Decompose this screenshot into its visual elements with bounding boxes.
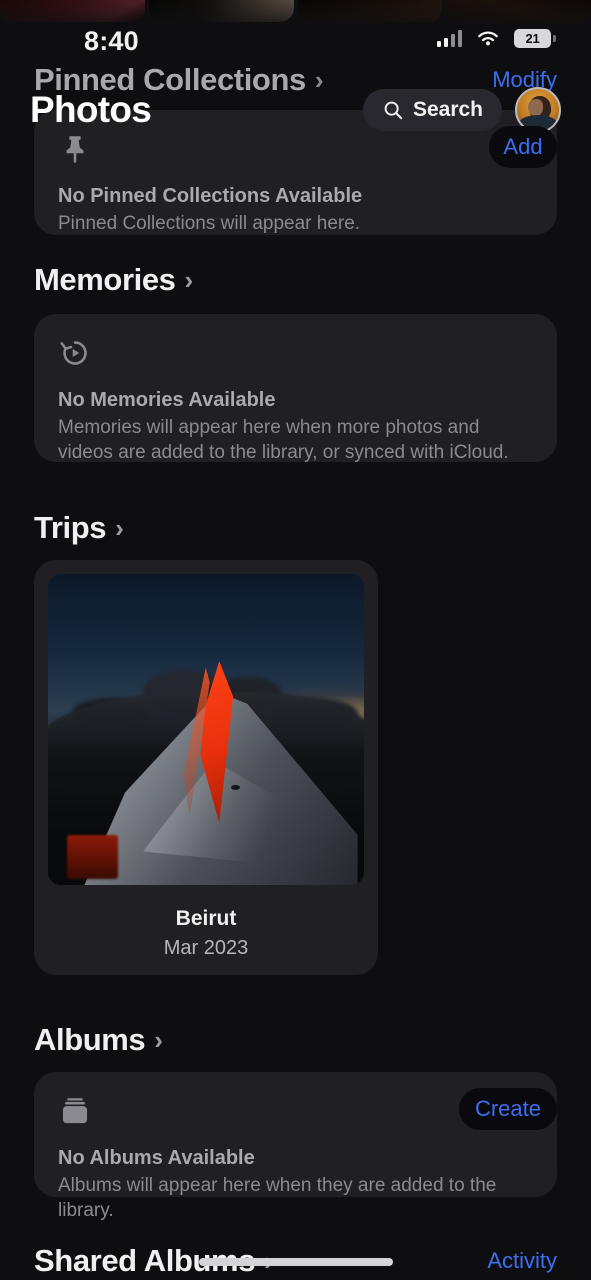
page-title: Photos <box>30 89 152 130</box>
chevron-right-icon: › <box>184 265 194 295</box>
wing-red-base <box>66 835 118 879</box>
create-album-button[interactable]: Create <box>459 1088 557 1130</box>
trip-date: Mar 2023 <box>163 937 249 959</box>
search-label: Search <box>412 98 483 121</box>
pinned-empty-subtitle: Pinned Collections will appear here. <box>58 213 361 234</box>
albums-stack-icon <box>62 1098 88 1124</box>
trip-photo <box>48 574 364 885</box>
chevron-right-icon: › <box>154 1025 163 1055</box>
memories-title: Memories <box>34 262 176 297</box>
memories-empty-title: No Memories Available <box>58 389 276 411</box>
albums-title: Albums <box>34 1022 146 1057</box>
albums-header[interactable]: Albums › <box>0 1022 591 1058</box>
trips-title-group[interactable]: Trips › <box>34 510 124 546</box>
memories-replay-icon <box>60 341 87 365</box>
search-icon <box>384 101 403 120</box>
pin-icon <box>66 136 84 164</box>
home-indicator[interactable] <box>198 1258 393 1266</box>
trips-title: Trips <box>34 510 107 545</box>
memories-title-group[interactable]: Memories › <box>34 262 193 298</box>
trip-name: Beirut <box>175 907 237 930</box>
albums-empty-subtitle: Albums will appear here when they are ad… <box>58 1175 497 1222</box>
photos-app-screen: 8:40 21 Pinned Collections › Modify No P… <box>0 0 591 1280</box>
add-button[interactable]: Add <box>489 126 557 168</box>
memories-empty-card: No Memories Available Memories will appe… <box>34 314 557 463</box>
trip-card[interactable]: Beirut Mar 2023 <box>34 560 378 975</box>
create-label: Create <box>474 1096 542 1121</box>
activity-button[interactable]: Activity <box>487 1248 557 1274</box>
avatar-face <box>528 99 543 117</box>
memories-empty-subtitle: Memories will appear here when more phot… <box>58 417 509 464</box>
chevron-right-icon: › <box>115 513 124 543</box>
trips-header[interactable]: Trips › <box>0 510 591 546</box>
search-button[interactable]: Search <box>362 89 502 131</box>
memories-header[interactable]: Memories › <box>0 262 591 298</box>
pinned-empty-title: No Pinned Collections Available <box>58 185 363 207</box>
scroll-content[interactable]: Pinned Collections › Modify No Pinned Co… <box>0 0 591 1280</box>
albums-title-group[interactable]: Albums › <box>34 1022 163 1058</box>
albums-empty-title: No Albums Available <box>58 1147 255 1169</box>
add-label: Add <box>503 134 543 159</box>
